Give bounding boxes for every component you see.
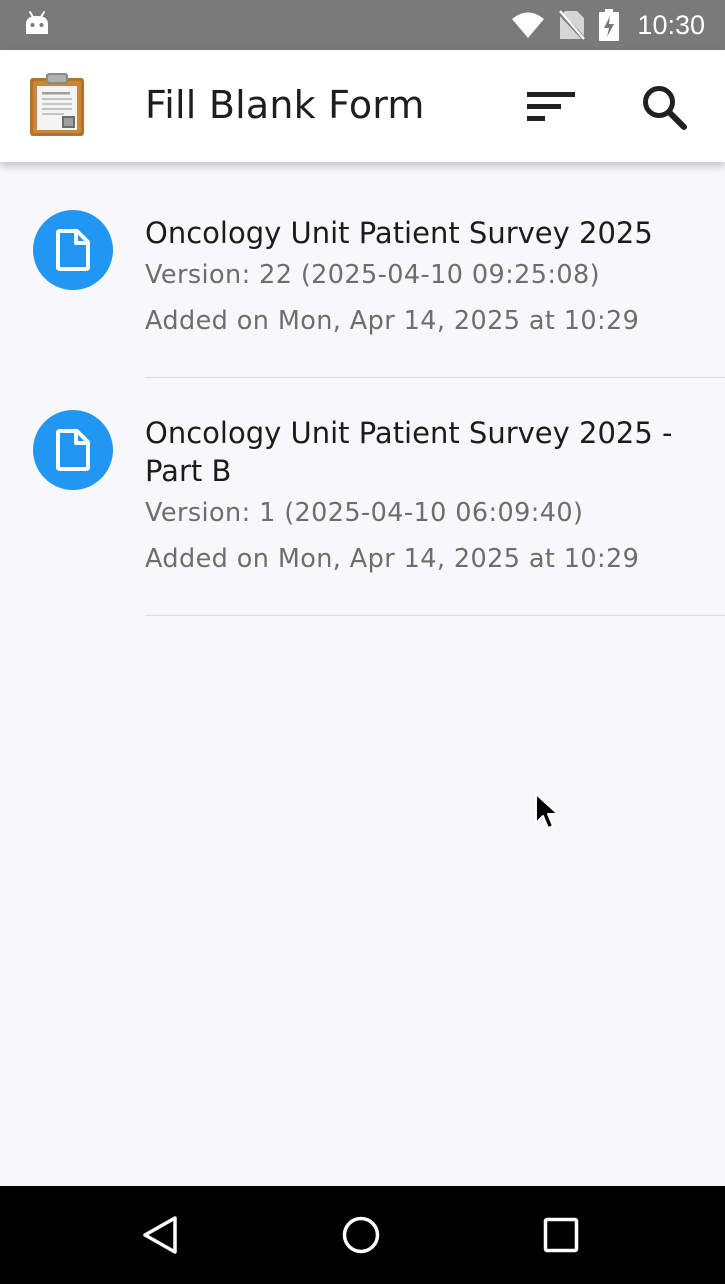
document-icon [56, 429, 90, 471]
page-title: Fill Blank Form [145, 83, 425, 127]
no-sim-icon [559, 10, 586, 40]
home-icon [342, 1216, 380, 1254]
back-icon [143, 1216, 177, 1254]
form-version: Version: 1 (2025-04-10 06:09:40) [145, 498, 584, 528]
divider [145, 615, 725, 616]
form-version: Version: 22 (2025-04-10 09:25:08) [145, 260, 600, 290]
form-added-date: Added on Mon, Apr 14, 2025 at 10:29 [145, 306, 640, 336]
document-icon [56, 229, 90, 271]
mouse-cursor-icon [535, 793, 559, 829]
wifi-icon [512, 12, 545, 38]
app-bar: Fill Blank Form [0, 50, 725, 162]
sort-button[interactable] [520, 80, 584, 134]
android-icon [26, 11, 48, 34]
recents-button[interactable] [533, 1210, 589, 1260]
recents-icon [543, 1217, 579, 1253]
home-button[interactable] [333, 1210, 389, 1260]
battery-charging-icon [599, 9, 620, 41]
form-title: Oncology Unit Patient Survey 2025 - Part… [145, 416, 673, 488]
status-bar: 10:30 [0, 0, 725, 50]
search-icon [643, 86, 687, 130]
clipboard-logo-icon [30, 73, 84, 136]
search-button[interactable] [632, 78, 696, 136]
form-title: Oncology Unit Patient Survey 2025 [145, 216, 653, 250]
form-icon-circle [33, 410, 113, 490]
form-added-date: Added on Mon, Apr 14, 2025 at 10:29 [145, 544, 640, 574]
form-list-item[interactable]: Oncology Unit Patient Survey 2025 Versio… [0, 162, 725, 378]
status-time: 10:30 [637, 9, 705, 40]
form-list-item[interactable]: Oncology Unit Patient Survey 2025 - Part… [0, 378, 725, 616]
form-icon-circle [33, 210, 113, 290]
form-list: Oncology Unit Patient Survey 2025 Versio… [0, 162, 725, 1186]
back-button[interactable] [132, 1210, 188, 1260]
navigation-bar [0, 1186, 725, 1284]
sort-icon [527, 92, 575, 121]
